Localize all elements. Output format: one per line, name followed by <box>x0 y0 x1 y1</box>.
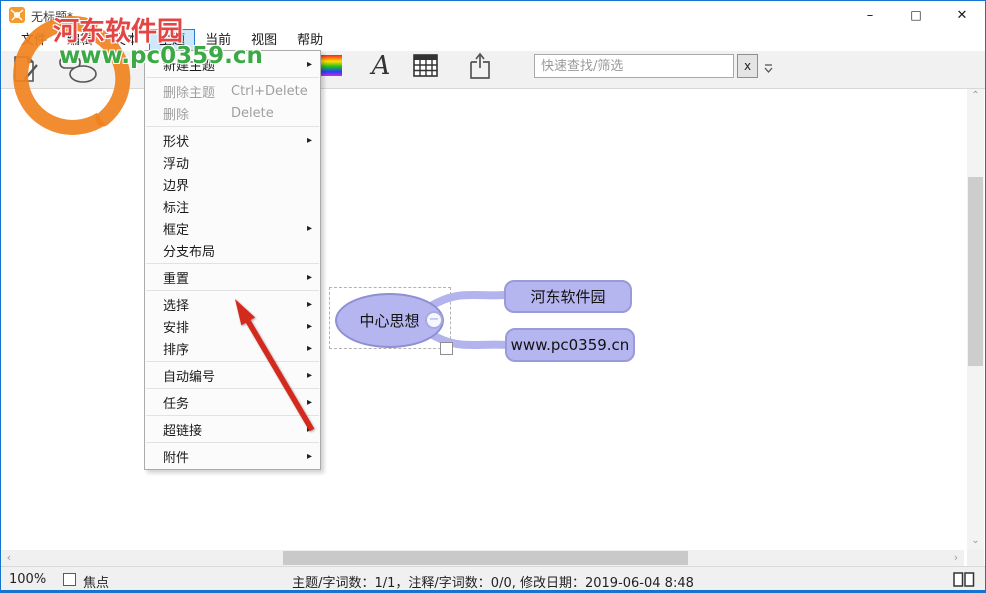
menubar-item[interactable]: 主题 <box>149 29 195 51</box>
menubar-item[interactable]: 视图 <box>241 29 287 51</box>
context-menu-item[interactable]: 分支布局 ▸ <box>145 239 320 261</box>
scroll-left-arrow-icon[interactable]: ‹ <box>1 550 17 566</box>
context-menu-item[interactable]: 删除 Delete ▸ <box>145 102 320 124</box>
document-stats-text: 主题/字词数：1/1，注释/字词数：0/0, 修改日期：2019-06-04 8… <box>1 572 985 591</box>
menu-separator <box>146 126 319 127</box>
scroll-up-arrow-icon[interactable]: ⌃ <box>967 89 984 105</box>
submenu-arrow-icon: ▸ <box>307 223 312 234</box>
menu-separator <box>146 77 319 78</box>
app-icon <box>9 7 25 23</box>
submenu-arrow-icon: ▸ <box>307 451 312 462</box>
menu-separator <box>146 442 319 443</box>
vertical-scrollbar[interactable]: ⌃ ⌄ <box>967 89 984 550</box>
menubar-item[interactable]: 帮助 <box>287 29 333 51</box>
context-menu-item[interactable]: 附件 ▸ <box>145 445 320 467</box>
font-style-icon[interactable]: A <box>367 51 395 81</box>
submenu-arrow-icon: ▸ <box>307 135 312 146</box>
menubar-item[interactable]: 当前 <box>195 29 241 51</box>
submenu-arrow-icon: ▸ <box>307 370 312 381</box>
context-menu-item[interactable]: 删除主题 Ctrl+Delete ▸ <box>145 80 320 102</box>
title-bar: 无标题* – □ ✕ <box>1 1 985 29</box>
context-menu-item[interactable]: 自动编号 ▸ <box>145 364 320 386</box>
horizontal-scrollbar[interactable]: ‹ › <box>1 550 964 566</box>
minimize-button[interactable]: – <box>847 1 893 29</box>
context-menu-item[interactable]: 边界 ▸ <box>145 173 320 195</box>
topic-context-menu: 新建主题 ▸ 删除主题 Ctrl+Delete ▸ 删除 Delete ▸ 形状… <box>144 50 321 470</box>
menubar-item[interactable]: 文本 <box>103 29 149 51</box>
menu-separator <box>146 263 319 264</box>
scrollbar-corner <box>967 550 984 566</box>
menu-separator <box>146 290 319 291</box>
context-menu-item[interactable]: 重置 ▸ <box>145 266 320 288</box>
search-input[interactable] <box>534 54 734 78</box>
menubar-item[interactable]: 文件 <box>11 29 57 51</box>
menu-separator <box>146 388 319 389</box>
submenu-arrow-icon: ▸ <box>307 299 312 310</box>
scroll-right-arrow-icon[interactable]: › <box>948 550 964 566</box>
context-menu-item[interactable]: 排序 ▸ <box>145 337 320 359</box>
window-title: 无标题* <box>31 8 73 25</box>
context-menu-item[interactable]: 框定 ▸ <box>145 217 320 239</box>
table-icon[interactable] <box>413 54 438 77</box>
submenu-arrow-icon: ▸ <box>307 424 312 435</box>
context-menu-item[interactable]: 新建主题 ▸ <box>145 53 320 75</box>
maximize-button[interactable]: □ <box>893 1 939 29</box>
pages-layout-icon[interactable] <box>953 572 975 587</box>
share-export-icon[interactable] <box>467 52 493 80</box>
context-menu-item[interactable]: 形状 ▸ <box>145 129 320 151</box>
submenu-arrow-icon: ▸ <box>307 397 312 408</box>
context-menu-item[interactable]: 标注 ▸ <box>145 195 320 217</box>
app-window: 无标题* – □ ✕ 文件 编辑 文本 主题 当前 <box>0 0 986 593</box>
horizontal-scroll-thumb[interactable] <box>283 551 688 565</box>
subtopic-node[interactable]: 河东软件园 <box>504 280 632 313</box>
submenu-arrow-icon: ▸ <box>307 272 312 283</box>
submenu-arrow-icon: ▸ <box>307 59 312 70</box>
vertical-scroll-thumb[interactable] <box>968 177 983 366</box>
search-clear-button[interactable]: x <box>737 54 758 78</box>
color-palette-icon[interactable] <box>319 55 342 76</box>
resize-handle[interactable] <box>440 342 453 355</box>
menu-separator <box>146 361 319 362</box>
menu-bar: 文件 编辑 文本 主题 当前 视图 帮助 <box>1 29 985 51</box>
submenu-arrow-icon: ▸ <box>307 321 312 332</box>
toolbar-overflow-icon[interactable] <box>763 63 774 74</box>
context-menu-item[interactable]: 选择 ▸ <box>145 293 320 315</box>
new-document-edit-icon[interactable] <box>11 53 43 85</box>
status-bar: 100% 焦点 主题/字词数：1/1，注释/字词数：0/0, 修改日期：2019… <box>1 566 985 591</box>
context-menu-item[interactable]: 安排 ▸ <box>145 315 320 337</box>
submenu-arrow-icon: ▸ <box>307 343 312 354</box>
scroll-down-arrow-icon[interactable]: ⌄ <box>967 534 984 550</box>
context-menu-item[interactable]: 任务 ▸ <box>145 391 320 413</box>
collapse-branch-button[interactable]: − <box>425 311 443 329</box>
context-menu-item[interactable]: 浮动 ▸ <box>145 151 320 173</box>
close-button[interactable]: ✕ <box>939 1 985 29</box>
subtopic-node[interactable]: www.pc0359.cn <box>505 328 635 362</box>
menubar-item[interactable]: 编辑 <box>57 29 103 51</box>
menu-separator <box>146 415 319 416</box>
context-menu-item[interactable]: 超链接 ▸ <box>145 418 320 440</box>
topic-shape-icon[interactable] <box>57 53 99 85</box>
